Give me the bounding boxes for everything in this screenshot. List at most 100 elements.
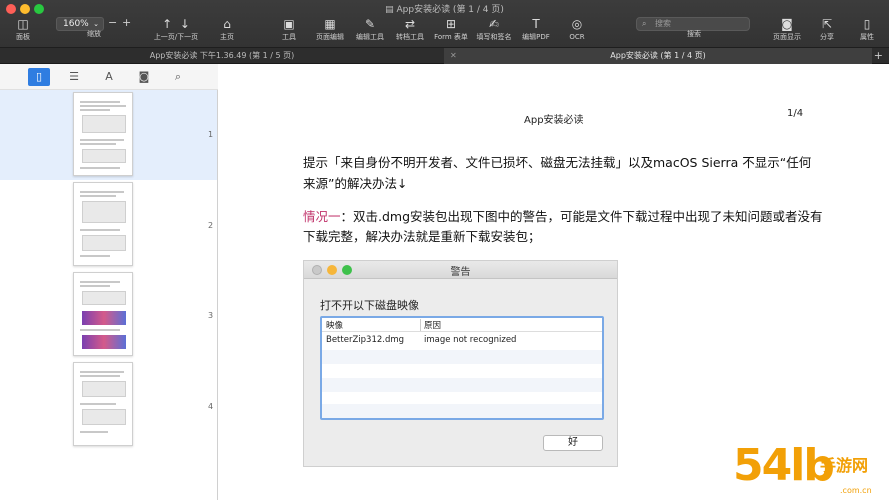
prev-next-label: 上一页/下一页: [153, 33, 199, 41]
ok-button: 好: [543, 435, 603, 451]
home-icon: ⌂: [223, 17, 231, 31]
annotation-tab-icon[interactable]: A: [98, 68, 120, 86]
tools-button[interactable]: ▣ 工具: [274, 16, 304, 46]
text-box-icon: T: [532, 17, 540, 31]
tab-bar: App安装必读 下午1.36.49 (第 1 / 5 页) ✕ App安装必读 …: [0, 48, 889, 64]
tab-doc-2[interactable]: ✕ App安装必读 (第 1 / 4 页): [444, 48, 872, 64]
toolbar: ▤ App安装必读 (第 1 / 4 页) ◫ 面板 160% ⌄ − + 缩放 …: [0, 0, 889, 48]
search-tab-icon[interactable]: ⌕: [167, 68, 189, 86]
page-number: 1/4: [787, 108, 804, 119]
page-number-1: 1: [208, 130, 214, 139]
page-thumbnail-2[interactable]: [73, 182, 133, 266]
page-display-label: 页面显示: [773, 33, 801, 41]
tab-label: App安装必读 (第 1 / 4 页): [610, 51, 706, 60]
search-icon: ⌕: [642, 19, 647, 28]
page-number-3: 3: [208, 311, 214, 320]
tab-label: App安装必读 下午1.36.49 (第 1 / 5 页): [149, 51, 295, 60]
col-reason-header: 原因: [424, 321, 442, 331]
sidebar: ▯ ☰ A ◙ ⌕ 1 2 3 4: [0, 64, 218, 500]
panel-label: 面板: [16, 33, 30, 41]
table-row-empty: [322, 350, 602, 364]
image-tab-icon[interactable]: ◙: [133, 68, 155, 86]
page-edit-button[interactable]: ▦ 页面编辑: [312, 16, 348, 46]
edit-pdf-button[interactable]: T 编辑PDF: [518, 16, 554, 46]
outline-tab-icon[interactable]: ☰: [63, 68, 85, 86]
search-label: 搜索: [687, 30, 701, 38]
doc-icon: ▤: [385, 5, 397, 15]
new-tab-button[interactable]: +: [874, 48, 883, 64]
page-thumbnail-1[interactable]: [73, 92, 133, 176]
share-icon: ⇱: [821, 17, 833, 31]
prev-next-icons: ↑ ↓: [148, 16, 204, 32]
grid-icon: ▦: [324, 17, 336, 31]
search-placeholder: 搜索: [655, 19, 671, 28]
zoom-value: 160%: [63, 19, 89, 29]
document-view[interactable]: App安装必读 1/4 提示「来自身份不明开发者、文件已损坏、磁盘无法挂载」以及…: [219, 64, 889, 500]
dialog-table: 映像 原因 BetterZip312.dmg image not recogni…: [320, 316, 604, 420]
thumbnail-tab-icon[interactable]: ▯: [28, 68, 50, 86]
convert-label: 转档工具: [396, 33, 424, 41]
page-edit-label: 页面编辑: [316, 33, 344, 41]
page-number-2: 2: [208, 221, 214, 230]
zoom-in-button[interactable]: +: [122, 16, 131, 29]
document-heading: 提示「来自身份不明开发者、文件已损坏、磁盘无法挂载」以及macOS Sierra…: [303, 155, 812, 191]
document-paragraph: 情况一：双击.dmg安装包出现下图中的警告，可能是文件下载过程中出现了未知问题或…: [303, 207, 823, 247]
table-row-empty: [322, 378, 602, 392]
page-display-button[interactable]: ◙ 页面显示: [768, 16, 806, 46]
page-thumbnail-3[interactable]: [73, 272, 133, 356]
app-window: ▤ App安装必读 (第 1 / 4 页) ◫ 面板 160% ⌄ − + 缩放 …: [0, 0, 889, 500]
row-image: BetterZip312.dmg: [326, 335, 405, 345]
form-label: Form 表单: [434, 33, 468, 41]
arrow-down-icon[interactable]: ↓: [180, 17, 190, 31]
edit-tools-button[interactable]: ✎ 编辑工具: [352, 16, 388, 46]
sidebar-toolbar: ▯ ☰ A ◙ ⌕: [0, 64, 218, 90]
watermark-cn: 手游网: [820, 456, 869, 475]
table-icon: ⊞: [445, 17, 457, 31]
tab-doc-1[interactable]: App安装必读 下午1.36.49 (第 1 / 5 页): [0, 48, 444, 64]
window-title-text: App安装必读 (第 1 / 4 页): [396, 5, 504, 15]
form-button[interactable]: ⊞ Form 表单: [432, 16, 470, 46]
case-text: ：双击.dmg安装包出现下图中的警告，可能是文件下载过程中出现了未知问题或者没有…: [303, 209, 823, 244]
table-header: 映像 原因: [322, 318, 602, 332]
table-row: BetterZip312.dmg image not recognized: [322, 334, 602, 348]
arrow-up-icon[interactable]: ↑: [162, 17, 172, 31]
sign-button[interactable]: ✍ 填写和签名: [473, 16, 515, 46]
properties-label: 属性: [860, 33, 874, 41]
dialog-title: 警告: [450, 267, 471, 278]
briefcase-icon: ▣: [283, 17, 295, 31]
page-number-4: 4: [208, 402, 214, 411]
col-image-header: 映像: [326, 321, 344, 331]
share-label: 分享: [820, 33, 834, 41]
share-button[interactable]: ⇱ 分享: [814, 16, 840, 46]
sidebar-icon: ◫: [17, 17, 29, 31]
pencil-square-icon: ✎: [364, 17, 376, 31]
close-icon[interactable]: ✕: [450, 48, 457, 64]
home-button[interactable]: ⌂ 主页: [212, 16, 242, 46]
ocr-icon: ◎: [571, 17, 583, 31]
column-divider: [420, 319, 421, 331]
embedded-warning-dialog: 警告 打不开以下磁盘映像 映像 原因 BetterZip312.dmg imag…: [303, 260, 618, 467]
home-label: 主页: [220, 33, 234, 41]
properties-button[interactable]: ▯ 属性: [854, 16, 880, 46]
prev-next-group: ↑ ↓ 上一页/下一页: [148, 16, 204, 46]
page-header: App安装必读: [524, 115, 584, 126]
tools-label: 工具: [282, 33, 296, 41]
page-thumbnail-4[interactable]: [73, 362, 133, 446]
zoom-label: 缩放: [87, 30, 101, 38]
dialog-titlebar: 警告: [304, 261, 617, 279]
edit-tools-label: 编辑工具: [356, 33, 384, 41]
zoom-out-button[interactable]: −: [108, 16, 117, 29]
dialog-heading: 打不开以下磁盘映像: [320, 299, 419, 312]
page-display-icon: ◙: [781, 17, 793, 31]
ocr-label: OCR: [569, 33, 585, 41]
panel-button[interactable]: ◫ 面板: [6, 16, 40, 46]
watermark-logo: 54lb: [733, 440, 835, 491]
row-reason: image not recognized: [424, 335, 517, 345]
convert-icon: ⇄: [404, 17, 416, 31]
convert-button[interactable]: ⇄ 转档工具: [392, 16, 428, 46]
watermark-url: .com.cn: [840, 486, 872, 495]
signature-icon: ✍: [488, 17, 500, 31]
edit-pdf-label: 编辑PDF: [522, 33, 550, 41]
ocr-button[interactable]: ◎ OCR: [562, 16, 592, 46]
case-label: 情况一: [303, 209, 341, 224]
